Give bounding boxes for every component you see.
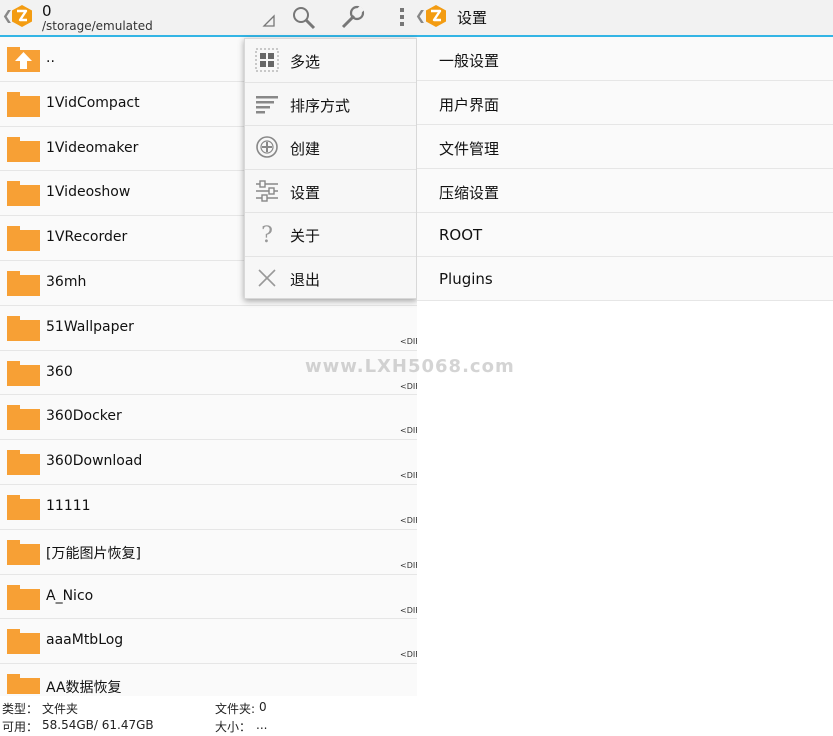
current-path: /storage/emulated bbox=[42, 19, 153, 33]
menu-item-label: 创建 bbox=[290, 140, 321, 158]
storage-title: 0 bbox=[42, 2, 52, 20]
overflow-menu-icon[interactable] bbox=[398, 6, 406, 30]
folders-label: 文件夹: bbox=[215, 702, 256, 716]
menu-item-label: 多选 bbox=[290, 53, 321, 71]
settings-item-file-management[interactable]: 文件管理 bbox=[417, 125, 833, 169]
folders-value: 0 bbox=[259, 700, 267, 714]
folder-icon bbox=[7, 181, 40, 207]
file-name: [万能图片恢复] bbox=[46, 545, 141, 562]
close-icon bbox=[255, 266, 279, 290]
menu-item-about[interactable]: ? 关于 bbox=[245, 213, 416, 257]
file-name: 1Videomaker bbox=[46, 139, 139, 156]
folder-icon bbox=[7, 584, 40, 610]
settings-item-label: 一般设置 bbox=[439, 52, 500, 70]
app-logo-icon[interactable] bbox=[425, 4, 447, 28]
menu-item-label: 关于 bbox=[290, 227, 321, 245]
create-icon bbox=[255, 135, 279, 159]
file-name: 1VidCompact bbox=[46, 94, 140, 111]
type-value: 文件夹 bbox=[42, 702, 79, 716]
folder-icon bbox=[7, 405, 40, 431]
settings-item-label: 用户界面 bbox=[439, 96, 500, 114]
file-row[interactable]: 360Download <DIF bbox=[0, 440, 420, 485]
file-row[interactable]: 360Docker <DIF bbox=[0, 395, 420, 441]
status-bar: 类型： 文件夹 文件夹: 0 可用： 58.54GB/ 61.47GB 大小： … bbox=[0, 696, 417, 736]
menu-item-label: 设置 bbox=[290, 183, 321, 202]
app-logo-icon[interactable] bbox=[11, 4, 33, 28]
menu-item-settings[interactable]: 设置 bbox=[245, 170, 416, 213]
sort-icon bbox=[255, 92, 279, 116]
file-row[interactable]: A_Nico <DIF bbox=[0, 574, 420, 620]
svg-text:?: ? bbox=[261, 223, 273, 246]
file-name: 360Download bbox=[46, 453, 143, 470]
file-name: 360Docker bbox=[46, 408, 122, 425]
menu-item-exit[interactable]: 退出 bbox=[245, 257, 416, 301]
folder-icon bbox=[7, 539, 40, 565]
file-name: aaaMtbLog bbox=[46, 632, 124, 649]
file-row[interactable]: 11111 <DIF bbox=[0, 484, 420, 530]
settings-item-compression[interactable]: 压缩设置 bbox=[417, 169, 833, 213]
folder-icon bbox=[7, 674, 40, 695]
dropdown-triangle-icon[interactable] bbox=[262, 12, 276, 28]
type-label: 类型： bbox=[2, 702, 39, 716]
file-row[interactable]: [万能图片恢复] <DIF bbox=[0, 529, 420, 575]
settings-item-label: Plugins bbox=[439, 270, 493, 288]
settings-item-label: 压缩设置 bbox=[439, 184, 500, 202]
file-name: 11111 bbox=[46, 497, 91, 514]
file-row[interactable]: aaaMtbLog <DIF bbox=[0, 619, 420, 665]
page-title: 设置 bbox=[457, 9, 488, 27]
settings-item-label: ROOT bbox=[439, 226, 483, 244]
menu-item-label: 退出 bbox=[290, 270, 321, 289]
folder-icon bbox=[7, 226, 40, 252]
folder-icon bbox=[7, 315, 40, 341]
overflow-popup-menu: 多选 排序方式 创建 设置 ? 关于 退出 bbox=[244, 38, 417, 299]
menu-item-create[interactable]: 创建 bbox=[245, 126, 416, 170]
settings-item-ui[interactable]: 用户界面 bbox=[417, 81, 833, 125]
multi-select-icon bbox=[255, 48, 279, 72]
file-name: .. bbox=[46, 50, 55, 66]
menu-item-label: 排序方式 bbox=[290, 96, 351, 115]
file-row[interactable]: 51Wallpaper <DIF bbox=[0, 305, 420, 351]
folder-icon bbox=[7, 450, 40, 476]
folder-icon bbox=[7, 270, 40, 296]
size-value: ... bbox=[256, 718, 268, 732]
settings-sliders-icon bbox=[255, 179, 279, 203]
folder-icon bbox=[7, 91, 40, 117]
folder-icon bbox=[7, 136, 40, 162]
file-name: 360 bbox=[46, 363, 73, 380]
watermark: www.LXH5068.com bbox=[305, 356, 515, 377]
wrench-icon[interactable] bbox=[340, 5, 366, 31]
help-icon: ? bbox=[255, 222, 279, 248]
folder-icon bbox=[7, 360, 40, 386]
file-name: 1VRecorder bbox=[46, 229, 128, 246]
menu-item-sort[interactable]: 排序方式 bbox=[245, 83, 416, 126]
settings-item-label: 文件管理 bbox=[439, 140, 500, 158]
menu-item-multi-select[interactable]: 多选 bbox=[245, 39, 416, 83]
settings-item-root[interactable]: ROOT bbox=[417, 213, 833, 257]
folder-icon bbox=[7, 494, 40, 520]
search-icon[interactable] bbox=[291, 5, 317, 31]
settings-item-plugins[interactable]: Plugins bbox=[417, 257, 833, 301]
file-name: 1Videoshow bbox=[46, 184, 131, 201]
file-row[interactable]: AA数据恢复 bbox=[0, 664, 417, 695]
file-name: A_Nico bbox=[46, 587, 94, 604]
available-label: 可用： bbox=[2, 720, 39, 734]
file-name: AA数据恢复 bbox=[46, 680, 122, 695]
available-value: 58.54GB/ 61.47GB bbox=[42, 718, 154, 732]
size-label: 大小： bbox=[215, 720, 252, 734]
file-name: 36mh bbox=[46, 273, 87, 290]
settings-item-general[interactable]: 一般设置 bbox=[417, 37, 833, 81]
file-name: 51Wallpaper bbox=[46, 318, 134, 335]
left-action-bar: ❮ 0 /storage/emulated bbox=[0, 0, 417, 37]
parent-folder-icon bbox=[7, 47, 40, 72]
folder-icon bbox=[7, 629, 40, 655]
settings-list: 一般设置 用户界面 文件管理 压缩设置 ROOT Plugins bbox=[417, 37, 833, 301]
right-action-bar: ❮ 设置 bbox=[415, 0, 833, 37]
